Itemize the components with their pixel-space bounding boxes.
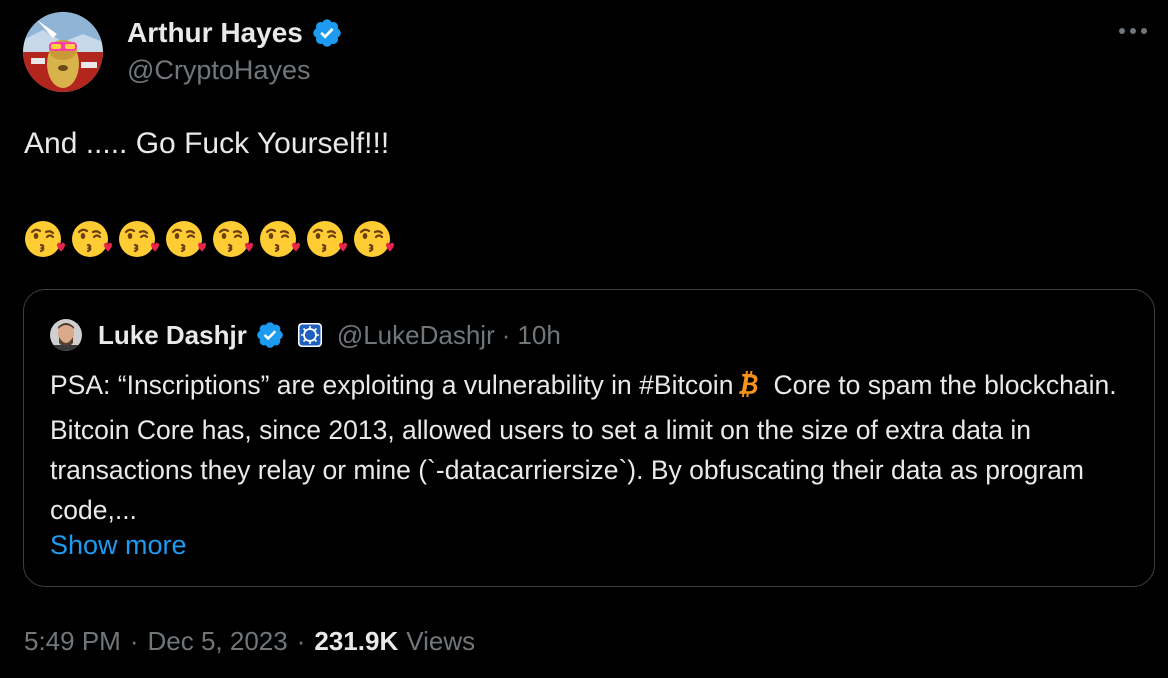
quoted-header-separator: · (501, 319, 511, 350)
quoted-text-part-1: PSA: “Inscriptions” are exploiting a vul… (50, 370, 734, 400)
kissing-face-emoji-icon (307, 221, 347, 257)
views-count: 231.9K (314, 625, 399, 656)
quoted-tweet-header: Luke Dashjr @LukeDashjr · 10h (50, 318, 561, 352)
kissing-face-emoji-icon (119, 221, 159, 257)
bitcoin-icon (739, 369, 763, 410)
quoted-avatar-photo-icon (50, 319, 82, 351)
quoted-author-display-name[interactable]: Luke Dashjr (98, 320, 247, 351)
kissing-face-emoji-icon (260, 221, 300, 257)
meta-separator: · (129, 625, 139, 656)
tweet: Arthur Hayes @CryptoHayes And ..... Go F… (0, 0, 1168, 678)
views-label: Views (406, 625, 476, 656)
show-more-link[interactable]: Show more (50, 525, 187, 565)
tweet-emoji-row (24, 218, 395, 260)
kissing-face-emoji-icon (25, 221, 65, 257)
quoted-author-handle[interactable]: @LukeDashjr (337, 320, 495, 351)
quoted-tweet-card[interactable]: Luke Dashjr @LukeDashjr · 10h PSA: “Insc… (23, 289, 1155, 587)
quoted-tweet-text: PSA: “Inscriptions” are exploiting a vul… (50, 365, 1140, 530)
affiliate-badge-icon[interactable] (297, 322, 323, 348)
author-name-row: Arthur Hayes (127, 14, 343, 52)
avatar-illustration-icon (23, 12, 103, 92)
tweet-time[interactable]: 5:49 PM (24, 626, 121, 657)
more-options-button[interactable] (1118, 18, 1148, 44)
tweet-meta: 5:49 PM · Dec 5, 2023 · 231.9K Views (24, 622, 475, 660)
author-handle[interactable]: @CryptoHayes (127, 55, 310, 86)
quoted-verified-badge-icon[interactable] (255, 320, 285, 350)
verified-badge-icon[interactable] (311, 17, 343, 49)
kissing-face-emoji-icon (213, 221, 253, 257)
kissing-face-emoji-icon (354, 221, 394, 257)
author-display-name[interactable]: Arthur Hayes (127, 17, 303, 49)
more-dots-icon (1119, 28, 1147, 34)
tweet-date[interactable]: Dec 5, 2023 (148, 626, 288, 657)
quoted-timestamp[interactable]: 10h (517, 320, 560, 351)
quoted-author-avatar[interactable] (50, 319, 82, 351)
meta-separator: · (296, 625, 306, 656)
kissing-face-emoji-icon (72, 221, 112, 257)
author-avatar[interactable] (23, 12, 103, 92)
kissing-face-emoji-icon (166, 221, 206, 257)
tweet-text: And ..... Go Fuck Yourself!!! (24, 127, 390, 160)
